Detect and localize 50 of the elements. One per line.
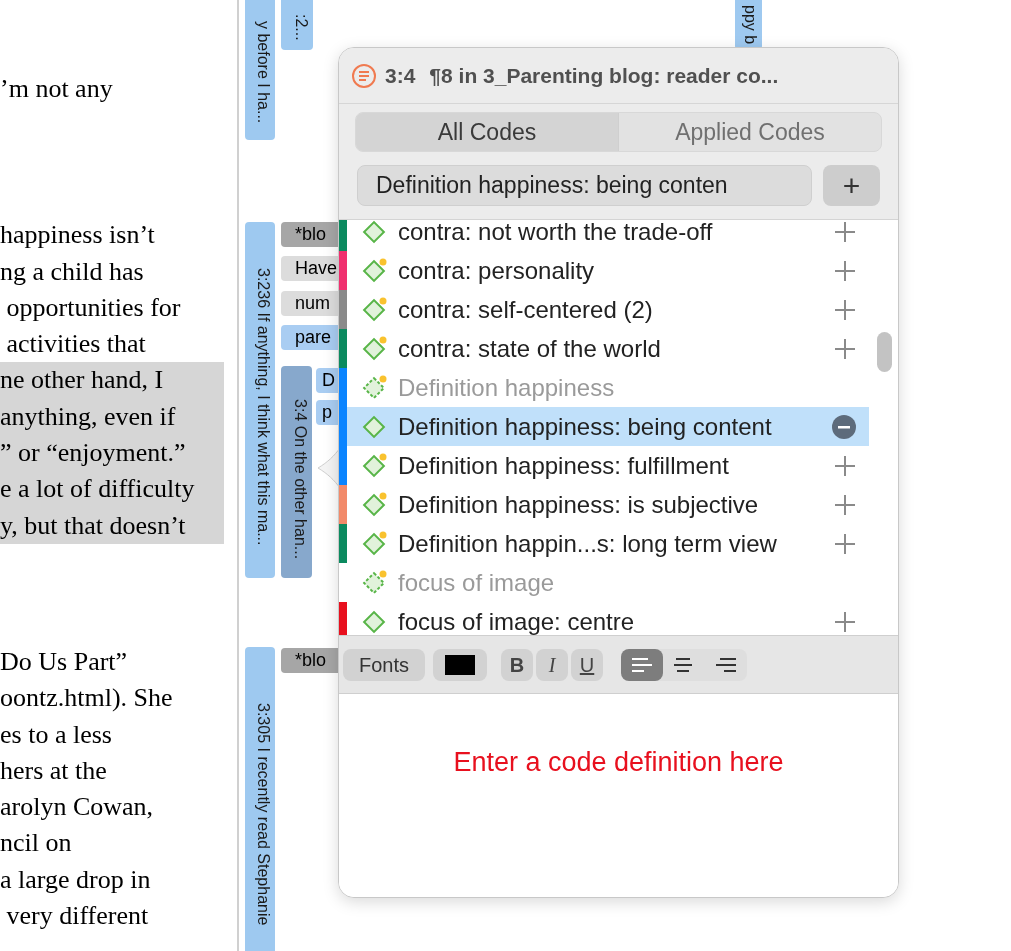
code-list-item[interactable]: Definition happiness: fulfillment	[347, 446, 869, 485]
add-icon[interactable]	[833, 336, 857, 361]
underline-button[interactable]: U	[571, 648, 604, 681]
add-icon[interactable]	[833, 609, 857, 634]
document-text-line: ng a child has	[0, 255, 145, 288]
quotation-id: 3:4	[385, 62, 416, 89]
quotation-label[interactable]: 3:4 On the other han...	[281, 366, 312, 578]
add-icon[interactable]	[833, 297, 857, 322]
add-icon[interactable]	[833, 531, 857, 556]
align-center-icon	[674, 657, 695, 672]
fonts-button[interactable]: Fonts	[343, 648, 426, 681]
add-code-button[interactable]: +	[823, 165, 880, 206]
tab[interactable]: All Codes	[356, 113, 618, 151]
quotation-label[interactable]: 3:236 If anything, I think what this ma...	[245, 222, 275, 578]
tab[interactable]: Applied Codes	[618, 113, 881, 151]
window-title: ¶8 in 3_Parenting blog: reader co...	[429, 62, 779, 89]
add-icon[interactable]	[833, 453, 857, 478]
scrollbar-thumb[interactable]	[877, 332, 892, 372]
document-text-line: opportunities for	[5, 291, 182, 324]
document-text-line: ncil on	[0, 827, 73, 860]
definition-field[interactable]: Enter a code definition here	[339, 694, 898, 897]
remove-icon[interactable]	[831, 413, 857, 440]
add-icon[interactable]	[833, 492, 857, 517]
align-right-icon	[716, 657, 737, 672]
document-text-line: Do Us Part”	[0, 645, 129, 678]
text-color-well[interactable]	[433, 648, 488, 681]
align-left-icon	[632, 657, 653, 672]
document-text-line: hers at the	[0, 754, 108, 787]
document-text-line: happiness isn’t	[0, 219, 156, 252]
document-text-line: es to a less	[0, 718, 113, 751]
italic-button[interactable]: I	[536, 648, 569, 681]
quotation-label[interactable]: :2...	[281, 0, 313, 50]
code-list-item[interactable]: Definition happiness: being content	[347, 407, 869, 446]
search-field[interactable]: Definition happiness: being conten	[357, 165, 813, 206]
code-list-item[interactable]: Definition happin...s: long term view	[347, 524, 869, 563]
quotation-label[interactable]: y before I ha...	[245, 0, 275, 140]
add-icon[interactable]	[833, 258, 857, 283]
document-text-line: a large drop in	[0, 863, 152, 896]
quotation-icon	[351, 62, 377, 89]
document-text-line: activities that	[5, 328, 147, 361]
bold-button[interactable]: B	[501, 648, 534, 681]
document-text-line: oontz.html). She	[0, 682, 174, 715]
document-text-line: ’m not any	[0, 73, 114, 105]
add-icon[interactable]	[833, 220, 857, 244]
code-list-item[interactable]: Definition happiness: is subjective	[347, 485, 869, 524]
document-text-line: very different	[5, 900, 150, 933]
quotation-label[interactable]: ppy b	[735, 0, 762, 50]
quotation-label[interactable]: 3:305 I recently read Stephanie	[245, 647, 275, 951]
code-list-item[interactable]: focus of image: centre	[347, 602, 869, 635]
document-text-line: arolyn Cowan,	[0, 791, 155, 824]
